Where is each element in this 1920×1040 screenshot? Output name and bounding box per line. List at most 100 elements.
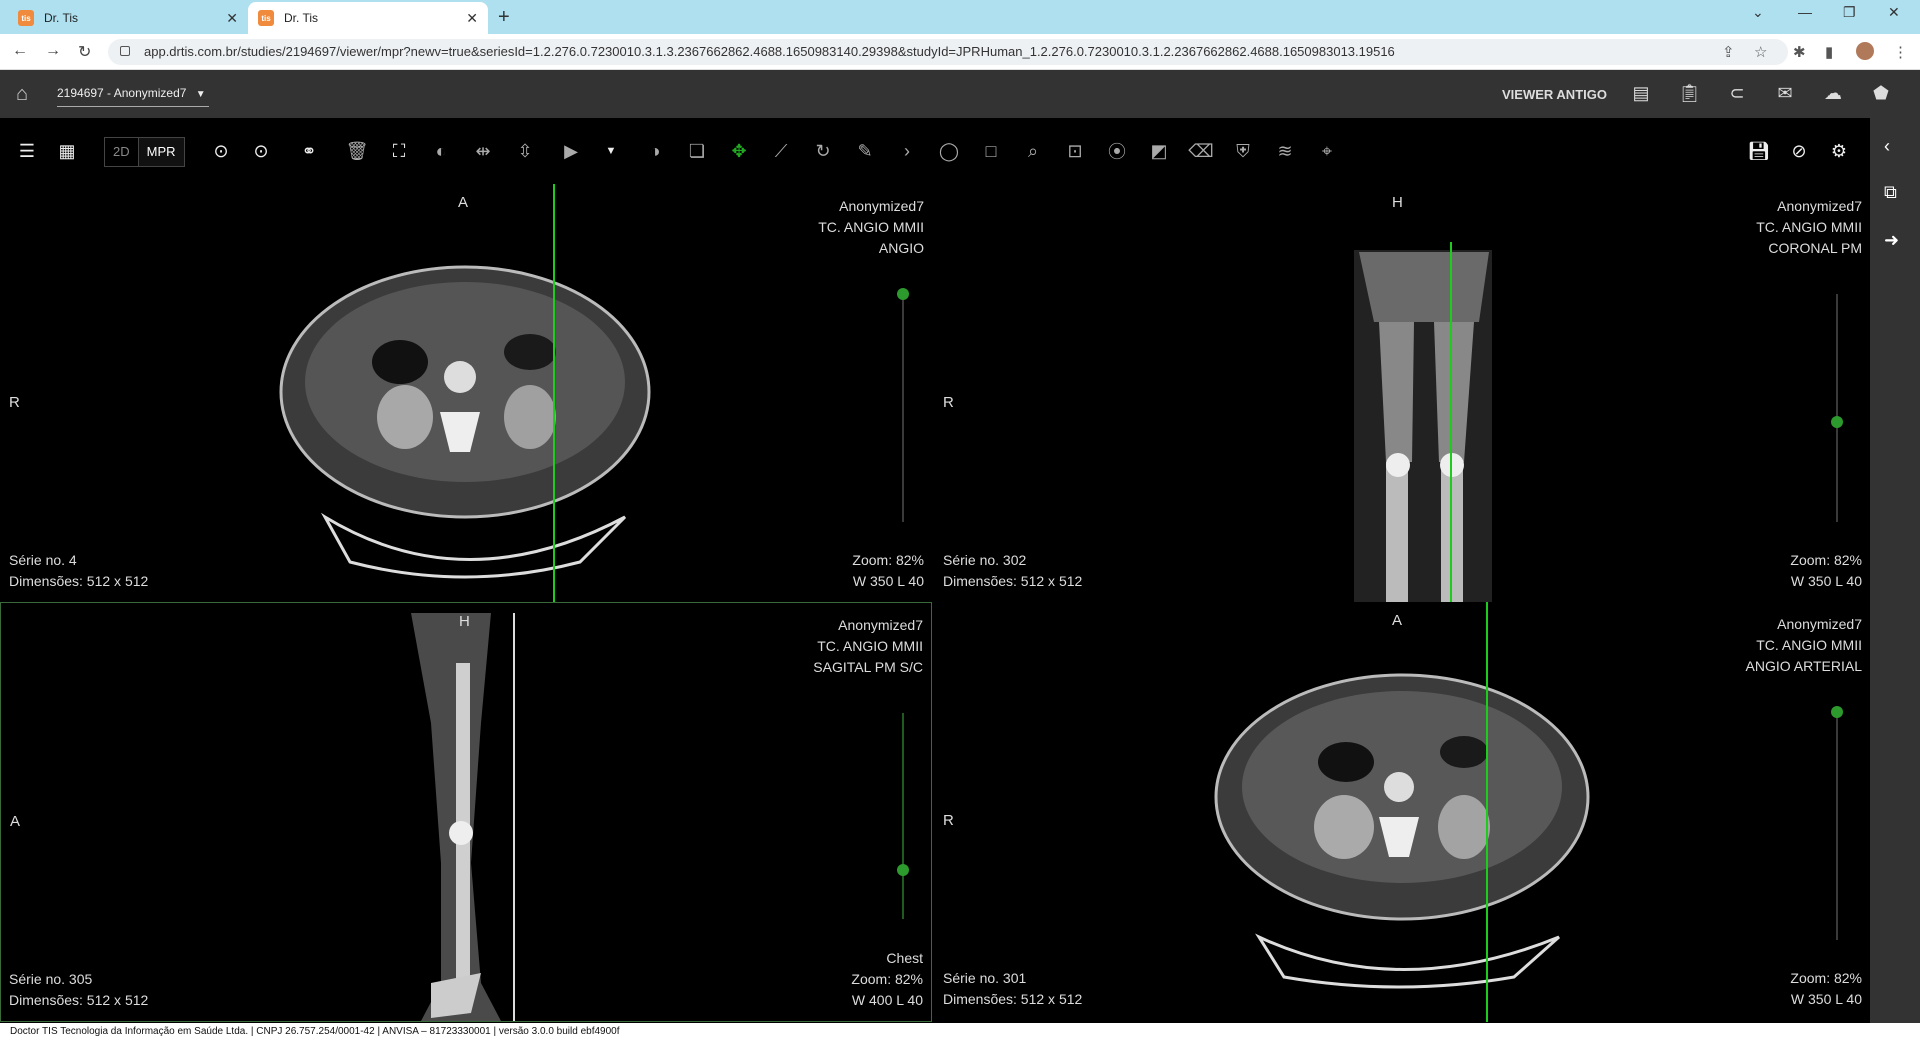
study-description: TC. ANGIO MMII [1756,637,1862,653]
tag-icon[interactable]: ⬟ [1870,83,1892,105]
sidebar-icon[interactable]: ▮ [1825,43,1833,61]
window-preset: Chest [886,950,923,966]
viewport-axial-arterial[interactable]: A R Anonymized7 TC. ANGIO MMII ANGIO ART… [934,602,1870,1022]
ellipse-roi-icon[interactable]: ◯ [936,138,962,164]
series-description: ANGIO [878,240,924,256]
forward-icon[interactable]: → [45,42,61,60]
label-tag-icon[interactable]: ➜ [1884,230,1899,251]
zoom-level: Zoom: 82% [852,552,924,568]
reference-line[interactable] [553,184,555,602]
zoom-level: Zoom: 82% [1790,970,1862,986]
mode-2d-button[interactable]: 2D [105,138,138,166]
flip-vertical-icon[interactable]: ⇳ [512,138,538,164]
profile-avatar[interactable] [1856,42,1874,60]
tab-title: Dr. Tis [44,11,79,25]
contrast-icon[interactable]: ◑ [642,138,668,164]
study-selector[interactable]: 2194697 - Anonymized7 ▼ [57,86,209,107]
lock-icon[interactable] [120,46,130,56]
save-icon[interactable]: 💾︎ [1746,138,1772,164]
orientation-top: H [459,613,470,630]
slice-slider-handle[interactable] [1831,415,1843,428]
footer-legal: Doctor TIS Tecnologia da Informação em S… [0,1023,1920,1040]
close-icon[interactable]: ✕ [466,10,478,27]
trash-icon[interactable]: 🗑︎ [344,138,370,164]
circle-probe-icon[interactable]: ⦿ [1104,138,1130,164]
viewport-axial[interactable]: A R Anonymized7 TC. ANGIO MMII ANGIO Sér… [0,182,932,602]
study-description: TC. ANGIO MMII [1756,219,1862,235]
slice-slider-handle[interactable] [897,863,909,876]
overlay-top-right: Anonymized7 TC. ANGIO MMII SAGITAL PM S/… [813,615,923,678]
viewport-sagittal[interactable]: H A Anonymized7 TC. ANGIO MMII SAGITAL P… [0,602,932,1022]
chevron-right-icon[interactable]: › [894,138,920,164]
zoom-level: Zoom: 82% [1790,552,1862,568]
open-external-icon[interactable]: ⧉ [1884,182,1897,203]
copy-icon[interactable]: ❏ [684,138,710,164]
hide-overlay-icon[interactable]: ⊘ [1786,138,1812,164]
cloud-download-icon[interactable]: ☁ [1822,83,1844,105]
old-viewer-button[interactable]: VIEWER ANTIGO [1502,87,1607,102]
viewport-coronal[interactable]: H R Anonymized7 TC. ANGIO MMII CORONAL P… [934,182,1870,602]
shield-icon[interactable]: ⛨ [1230,138,1256,164]
scroll-up-icon[interactable]: ⊙ [208,138,234,164]
flip-horizontal-icon[interactable]: ⇹ [470,138,496,164]
mode-mpr-button[interactable]: MPR [137,138,184,166]
fullscreen-icon[interactable]: ⛶ [386,138,412,164]
viewer-toolbar: ☰ ▦ 2D MPR ⊙ ⊙ ⚭ 🗑︎ ⛶ ◐ ⇹ ⇳ ▶ ▼ ◑ ❏ ✥ ⟋ … [0,118,1870,182]
play-options-chevron-icon[interactable]: ▼ [598,138,624,164]
patient-card-icon[interactable]: ▤ [1630,83,1652,105]
layers-icon[interactable]: ≋ [1272,138,1298,164]
rotate-icon[interactable]: ↻ [810,138,836,164]
eraser-icon[interactable]: ⌫ [1188,138,1214,164]
rectangle-roi-icon[interactable]: □ [978,138,1004,164]
collapse-panel-chevron-icon[interactable]: ‹ [1884,136,1890,157]
link-icon[interactable]: ⚭ [296,138,322,164]
browser-tab[interactable]: tis Dr. Tis ✕ [8,2,248,34]
slice-slider[interactable] [1831,706,1843,940]
slice-slider[interactable] [1831,294,1843,522]
pan-move-icon[interactable]: ✥ [726,138,752,164]
back-icon[interactable]: ← [12,42,28,60]
browser-tab-active[interactable]: tis Dr. Tis ✕ [248,2,488,34]
overlay-top-right: Anonymized7 TC. ANGIO MMII ANGIO [818,196,924,259]
overlay-bottom-left: Série no. 4 Dimensões: 512 x 512 [9,550,148,592]
crosshair-icon[interactable]: ⌖ [1314,138,1340,164]
new-tab-icon[interactable]: + [498,6,510,29]
reference-line[interactable] [1486,602,1488,1022]
reload-icon[interactable]: ↻ [78,42,91,62]
series-number: Série no. 302 [943,552,1027,568]
tab-title: Dr. Tis [284,11,319,25]
study-description: TC. ANGIO MMII [817,638,923,654]
extensions-icon[interactable]: ✱ [1793,43,1806,61]
attachment-icon[interactable]: ⊂ [1726,83,1748,105]
slice-slider-handle[interactable] [897,288,909,300]
overlay-top-right: Anonymized7 TC. ANGIO MMII ANGIO ARTERIA… [1746,614,1862,677]
window-close-icon[interactable]: ✕ [1888,4,1900,21]
restore-icon[interactable]: ❐ [1843,4,1856,21]
menu-kebab-icon[interactable]: ⋮ [1893,43,1908,61]
mail-icon[interactable]: ✉ [1774,83,1796,105]
close-icon[interactable]: ✕ [226,10,238,27]
url-field[interactable]: app.drtis.com.br/studies/2194697/viewer/… [108,39,1788,65]
invert-icon[interactable]: ◐ [428,138,454,164]
chevron-down-icon[interactable]: ⌄ [1752,4,1764,21]
slice-slider[interactable] [897,713,909,919]
zoom-box-icon[interactable]: ⊡ [1062,138,1088,164]
measure-ruler-icon[interactable]: ⟋ [768,138,794,164]
home-icon[interactable]: ⌂ [16,83,28,106]
overlay-bottom-left: Série no. 302 Dimensões: 512 x 512 [943,550,1082,592]
minimize-icon[interactable]: — [1798,4,1812,20]
annotation-text-icon[interactable]: ✎ [852,138,878,164]
menu-icon[interactable]: ☰ [14,138,40,164]
scroll-down-icon[interactable]: ⊙ [248,138,274,164]
clipboard-icon[interactable]: 📋︎ [1678,83,1701,105]
layout-grid-icon[interactable]: ▦ [54,138,80,164]
reference-line[interactable] [1450,242,1452,602]
magnify-icon[interactable]: ⌕ [1020,138,1046,164]
settings-gear-icon[interactable]: ⚙ [1826,138,1852,164]
share-icon[interactable]: ⇪ [1722,43,1735,61]
slice-slider-handle[interactable] [1831,706,1843,718]
window-level-icon[interactable]: ◩ [1146,138,1172,164]
bookmark-star-icon[interactable]: ☆ [1754,43,1767,61]
slice-slider[interactable] [897,288,909,522]
play-icon[interactable]: ▶ [558,138,584,164]
